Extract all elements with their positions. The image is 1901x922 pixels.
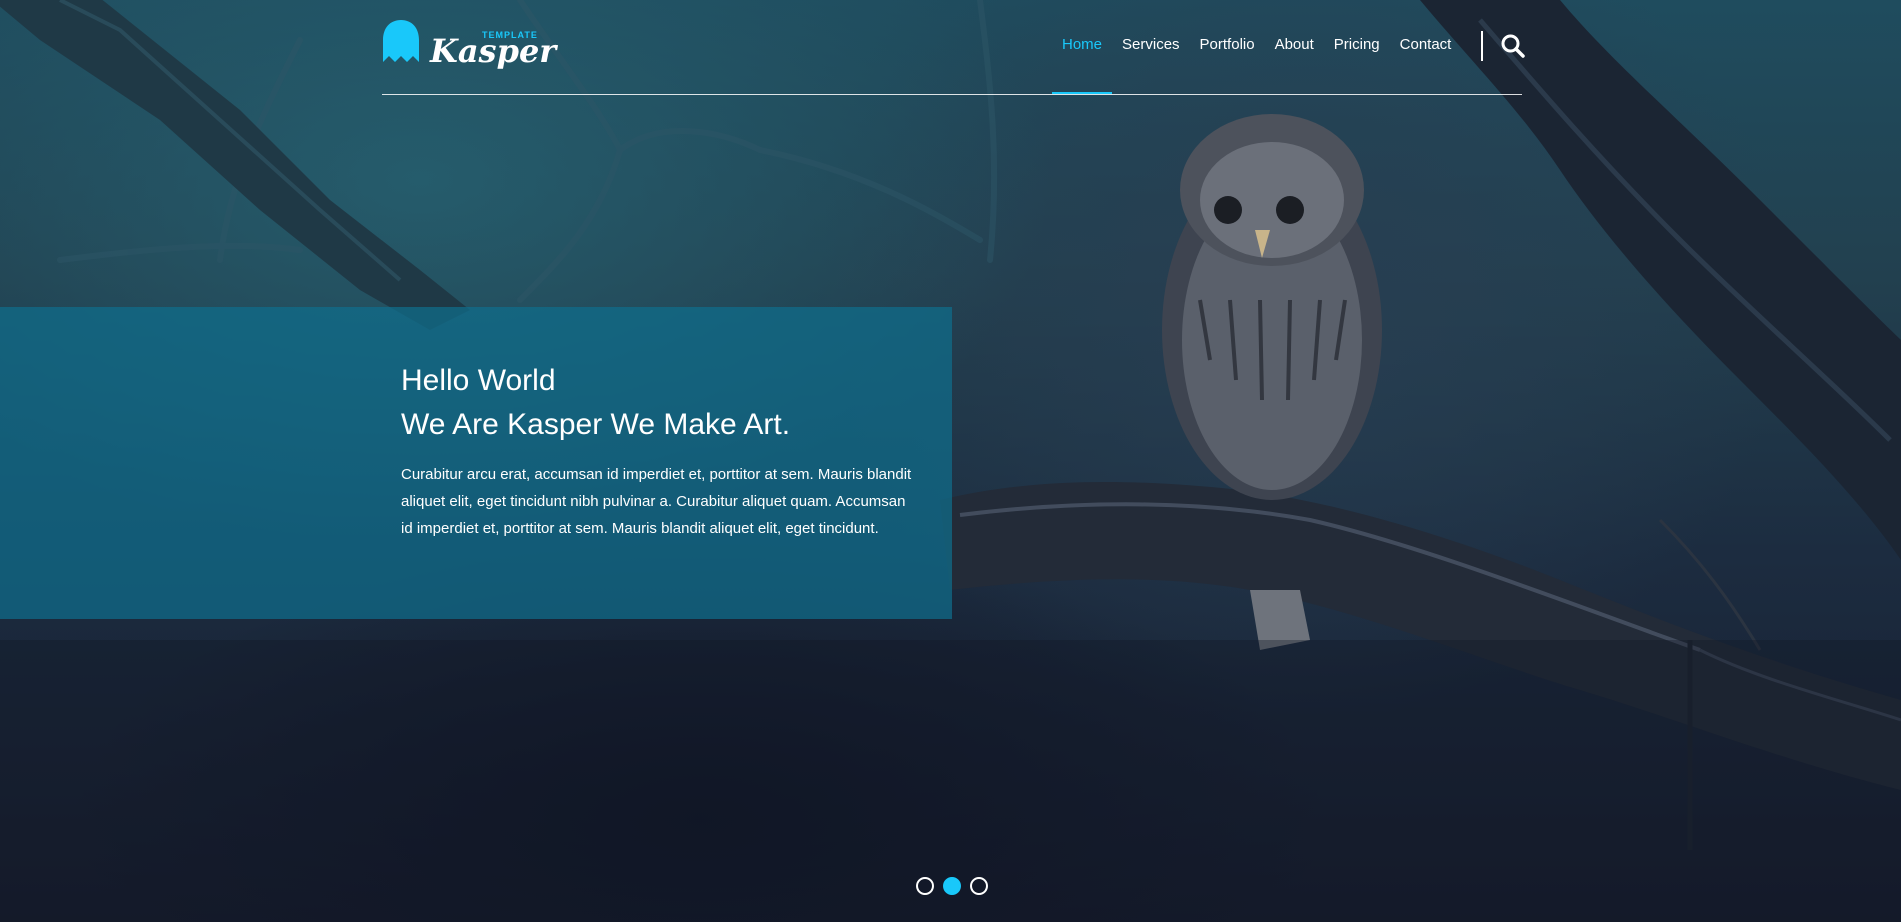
slider-bullet-3[interactable] (970, 877, 988, 895)
nav-item-contact[interactable]: Contact (1390, 36, 1462, 94)
search-icon[interactable] (1500, 33, 1526, 59)
nav-item-about[interactable]: About (1265, 36, 1324, 94)
nav-item-portfolio[interactable]: Portfolio (1190, 36, 1265, 94)
main-nav: Home Services Portfolio About Pricing Co… (1052, 36, 1461, 94)
hero-text-panel: Hello World We Are Kasper We Make Art. C… (0, 307, 952, 619)
slider-bullet-1[interactable] (916, 877, 934, 895)
logo[interactable]: TEMPLATE Kasper (382, 18, 556, 70)
hero-heading-line1: Hello World (401, 364, 556, 397)
hero-heading-line2: We Are Kasper We Make Art. (401, 408, 791, 441)
hero-section: TEMPLATE Kasper Home Services Portfolio … (0, 0, 1901, 922)
hero-text: Hello World We Are Kasper We Make Art. C… (401, 359, 921, 542)
nav-divider (1481, 31, 1483, 61)
nav-item-services[interactable]: Services (1112, 36, 1190, 94)
slider-bullet-2[interactable] (943, 877, 961, 895)
logo-name: Kasper (430, 32, 557, 70)
slider-bullets (916, 877, 988, 895)
site-header: TEMPLATE Kasper Home Services Portfolio … (382, 0, 1525, 95)
nav-item-pricing[interactable]: Pricing (1324, 36, 1390, 94)
nav-item-home[interactable]: Home (1052, 36, 1113, 94)
hero-paragraph: Curabitur arcu erat, accumsan id imperdi… (401, 466, 912, 537)
ghost-icon (383, 20, 419, 62)
